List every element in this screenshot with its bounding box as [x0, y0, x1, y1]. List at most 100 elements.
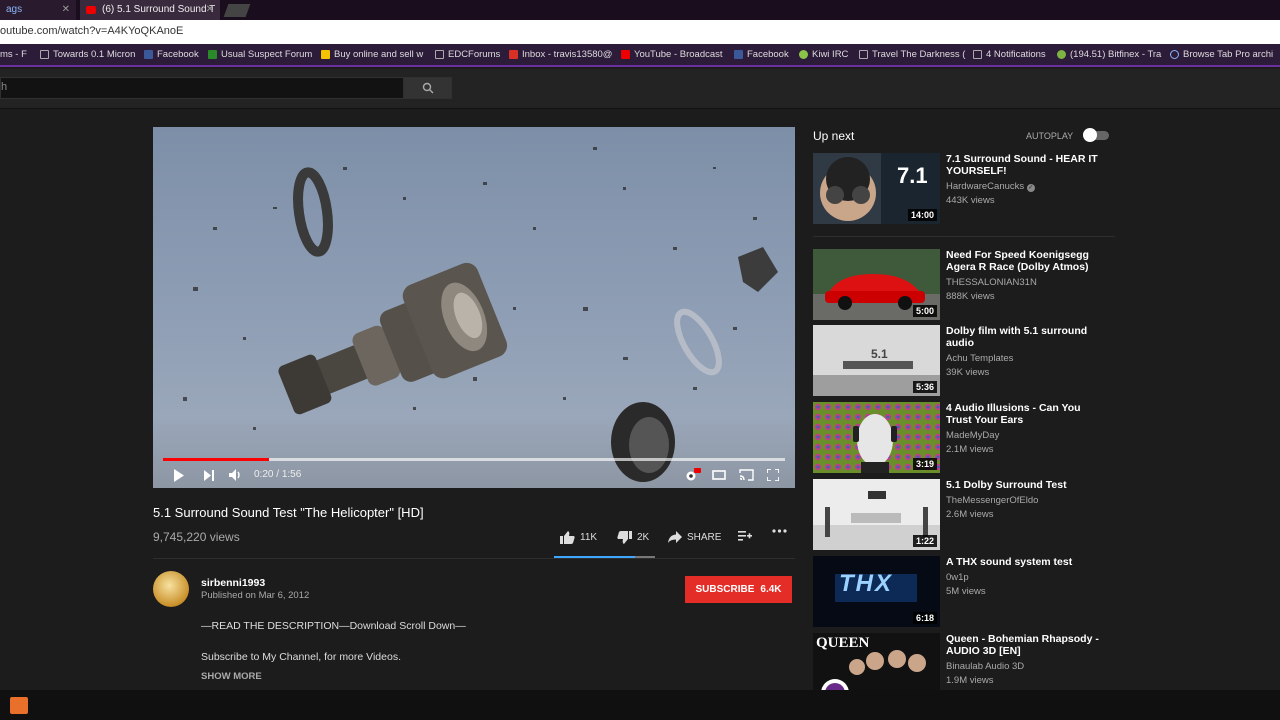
video-thumbnail[interactable]: 5:00	[813, 249, 940, 320]
bookmark-item[interactable]: Buy online and sell w	[321, 49, 423, 60]
browser-tab[interactable]: ags ✕	[0, 0, 76, 20]
play-button[interactable]	[170, 466, 188, 484]
new-tab-button[interactable]	[223, 4, 251, 17]
recommended-video[interactable]: 5:00 Need For Speed Koenigsegg Agera R R…	[813, 249, 1115, 321]
browser-tab-bar: ags ✕ (6) 5.1 Surround Sound T ✕	[0, 0, 1280, 20]
bookmark-item[interactable]: (194.51) Bitfinex - Tra	[1057, 49, 1161, 60]
url-text: outube.com/watch?v=A4KYoQKAnoE	[0, 25, 184, 37]
os-taskbar	[0, 690, 1280, 720]
facebook-icon	[734, 50, 743, 59]
video-title[interactable]: 5.1 Dolby Surround Test	[946, 479, 1106, 491]
bookmark-item[interactable]: Browse Tab Pro archi	[1170, 49, 1273, 60]
bookmark-label: ms - F	[0, 49, 27, 60]
thumbnail-text: THX	[839, 570, 893, 597]
recommended-video[interactable]: 1:22 5.1 Dolby Surround Test TheMessenge…	[813, 479, 1115, 551]
search-button[interactable]	[404, 77, 452, 99]
volume-icon	[228, 469, 240, 481]
video-title[interactable]: 4 Audio Illusions - Can You Trust Your E…	[946, 402, 1106, 426]
facebook-icon	[144, 50, 153, 59]
view-count: 39K views	[946, 367, 990, 378]
bookmark-item[interactable]: Inbox - travis13580@	[509, 49, 612, 60]
video-thumbnail[interactable]: 1:22	[813, 479, 940, 550]
subscribe-button[interactable]: SUBSCRIBE 6.4K	[685, 576, 792, 603]
channel-name[interactable]: sirbenni1993	[201, 577, 265, 589]
play-circle-icon	[1170, 50, 1179, 59]
bookmark-item[interactable]: 4 Notifications	[973, 49, 1046, 60]
recommended-video[interactable]: THX 6:18 A THX sound system test 0w1p 5M…	[813, 556, 1115, 628]
video-duration: 3:19	[912, 458, 937, 470]
add-to-playlist-button[interactable]	[738, 531, 752, 541]
settings-button[interactable]	[683, 466, 703, 484]
bookmark-item[interactable]: Travel The Darkness (	[859, 49, 965, 60]
volume-button[interactable]	[226, 466, 244, 484]
thumbnail-text: QUEEN	[816, 635, 870, 651]
bookmark-item[interactable]: YouTube - Broadcast	[621, 49, 723, 60]
video-frame	[183, 147, 778, 482]
recommended-video[interactable]: 5.1 5:36 Dolby film with 5.1 surround au…	[813, 325, 1115, 397]
bookmark-item[interactable]: Facebook	[144, 49, 199, 60]
bookmark-item[interactable]: Facebook	[734, 49, 789, 60]
video-thumbnail[interactable]: 3:19	[813, 402, 940, 473]
channel-avatar[interactable]	[153, 571, 189, 607]
search-input[interactable]: h	[0, 77, 404, 99]
close-tab-icon[interactable]: ✕	[62, 0, 70, 20]
search-icon	[422, 82, 434, 94]
recommended-video[interactable]: 3:19 4 Audio Illusions - Can You Trust Y…	[813, 402, 1115, 474]
divider	[153, 558, 795, 559]
channel-name[interactable]: 0w1p	[946, 572, 969, 583]
video-thumbnail[interactable]: 7.1 14:00	[813, 153, 940, 224]
video-title[interactable]: A THX sound system test	[946, 556, 1106, 568]
channel-name[interactable]: Binaulab Audio 3D	[946, 661, 1024, 672]
bookmark-item[interactable]: EDCForums	[435, 49, 500, 60]
shop-icon	[321, 50, 330, 59]
channel-name[interactable]: MadeMyDay	[946, 430, 999, 441]
fullscreen-button[interactable]	[763, 466, 783, 484]
video-title[interactable]: Queen - Bohemian Rhapsody - AUDIO 3D [EN…	[946, 633, 1106, 657]
video-title[interactable]: Need For Speed Koenigsegg Agera R Race (…	[946, 249, 1106, 273]
video-duration: 5:00	[912, 305, 937, 317]
show-more-button[interactable]: SHOW MORE	[201, 671, 262, 682]
video-title[interactable]: 7.1 Surround Sound - HEAR IT YOURSELF!	[946, 153, 1106, 177]
theater-mode-button[interactable]	[709, 466, 729, 484]
video-title[interactable]: Dolby film with 5.1 surround audio	[946, 325, 1106, 349]
share-label: SHARE	[687, 531, 722, 543]
channel-name[interactable]: Achu Templates	[946, 353, 1013, 364]
share-icon	[668, 531, 682, 543]
dislike-count: 2K	[637, 532, 650, 543]
cast-button[interactable]	[735, 466, 757, 484]
more-actions-button[interactable]	[772, 529, 787, 533]
address-bar[interactable]: outube.com/watch?v=A4KYoQKAnoE	[0, 20, 1280, 44]
close-tab-icon[interactable]: ✕	[206, 0, 214, 20]
video-duration: 6:18	[912, 612, 937, 624]
page-icon	[973, 50, 982, 59]
like-count: 11K	[580, 532, 598, 543]
channel-name[interactable]: TheMessengerOfEldo	[946, 495, 1038, 506]
like-button[interactable]: 11K	[560, 531, 597, 544]
travel-icon	[859, 50, 868, 59]
dislike-button[interactable]: 2K	[617, 531, 649, 544]
bookmark-item[interactable]: ms - F	[0, 49, 27, 60]
theater-mode-icon	[712, 470, 726, 480]
video-player[interactable]: 0:20 / 1:56	[153, 127, 795, 488]
bookmark-item[interactable]: Kiwi IRC	[799, 49, 848, 60]
video-thumbnail[interactable]: 5.1 5:36	[813, 325, 940, 396]
autoplay-toggle[interactable]	[1083, 128, 1109, 142]
skip-next-icon	[204, 469, 214, 481]
video-progress-bar[interactable]	[163, 458, 785, 461]
browser-tab-active[interactable]: (6) 5.1 Surround Sound T ✕	[80, 0, 220, 20]
video-thumbnail[interactable]: THX 6:18	[813, 556, 940, 627]
bookmark-item[interactable]: Towards 0.1 Micron	[40, 49, 135, 60]
next-button[interactable]	[200, 466, 218, 484]
share-button[interactable]: SHARE	[668, 531, 721, 543]
up-next-heading: Up next	[813, 129, 855, 143]
page-icon	[40, 50, 49, 59]
verified-check-icon: ✓	[1026, 184, 1035, 192]
app-launcher-icon[interactable]	[10, 697, 28, 714]
video-title: 5.1 Surround Sound Test "The Helicopter"…	[153, 505, 424, 520]
channel-name[interactable]: THESSALONIAN31N	[946, 277, 1037, 288]
channel-name[interactable]: HardwareCanucks ✓	[946, 181, 1035, 192]
bookmark-item[interactable]: Usual Suspect Forum	[208, 49, 312, 60]
recommended-video[interactable]: 7.1 14:00 7.1 Surround Sound - HEAR IT Y…	[813, 153, 1115, 225]
bookmark-label: 4 Notifications	[986, 49, 1046, 60]
current-time: 0:20	[254, 469, 274, 480]
